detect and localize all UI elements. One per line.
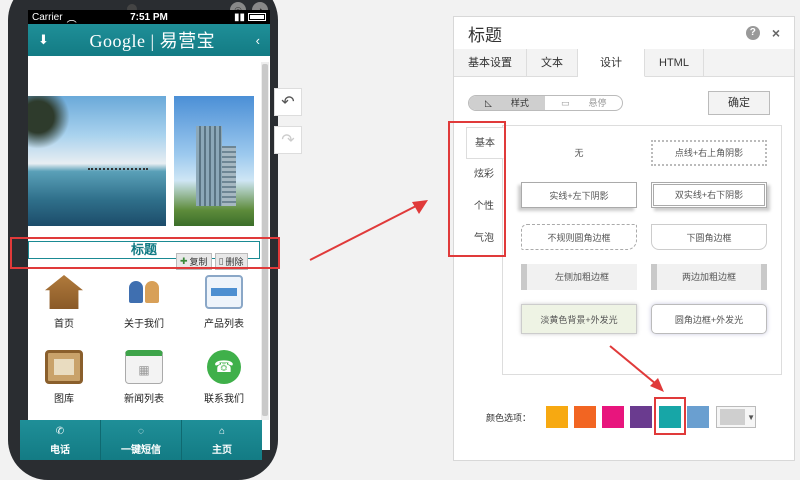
style-hover-toggle: ◺ 样式 ▭ 悬停 — [468, 95, 624, 111]
grid-item-about[interactable]: 关于我们 — [104, 275, 184, 330]
redo-button[interactable]: ↷ — [274, 126, 302, 154]
gallery-icon — [45, 350, 83, 384]
grid-item-contact[interactable]: ☎ 联系我们 — [184, 350, 264, 405]
tab-text[interactable]: 文本 — [527, 49, 578, 76]
home-icon — [45, 275, 83, 309]
home-icon: ⌂ — [218, 426, 226, 437]
grid-item-home[interactable]: 首页 — [24, 275, 104, 330]
swatch-pointer-arrow — [609, 345, 664, 392]
style-option[interactable]: 实线+左下阴影 — [521, 182, 637, 208]
status-bar: Carrier ︵ 7:51 PM ▮▮ — [28, 10, 270, 25]
people-icon — [125, 275, 163, 309]
dialog-title: 标题 — [468, 25, 502, 45]
dialog-header: 标题 ? × — [454, 17, 794, 49]
confirm-button[interactable]: 确定 — [708, 91, 770, 115]
pointer-arrow — [309, 200, 428, 261]
style-option[interactable]: 不规则圆角边框 — [521, 224, 637, 250]
color-swatch-orange[interactable] — [546, 406, 568, 428]
nav-call[interactable]: ✆ 电话 — [20, 420, 101, 460]
color-options-label: 颜色选项： — [486, 413, 532, 423]
tab-basic[interactable]: 基本设置 — [454, 49, 527, 76]
style-option[interactable]: 两边加粗边框 — [651, 264, 767, 290]
style-option[interactable]: 左侧加粗边框 — [521, 264, 637, 290]
grid-item-news[interactable]: ▦ 新闻列表 — [104, 350, 184, 405]
sms-icon: ◌ — [138, 426, 144, 437]
undo-button[interactable]: ↶ — [274, 88, 302, 116]
color-swatch-pink[interactable] — [602, 406, 624, 428]
nav-sms[interactable]: ◌ 一键短信 — [101, 420, 182, 460]
color-swatch-blue[interactable] — [687, 406, 709, 428]
style-option[interactable]: 无 — [521, 140, 637, 166]
color-swatch-red-orange[interactable] — [574, 406, 596, 428]
grid-item-products[interactable]: 产品列表 — [184, 275, 264, 330]
custom-color-picker[interactable]: ▼ — [716, 406, 756, 428]
hover-icon: ▭ — [560, 98, 570, 108]
product-icon — [205, 275, 243, 309]
dropdown-arrow-icon: ▼ — [747, 412, 755, 422]
dialog-tabs: 基本设置 文本 设计 HTML — [454, 49, 794, 77]
nav-grid: 首页 关于我们 产品列表 图库 ▦ 新闻列表 ☎ 联系我们 — [24, 275, 266, 405]
style-icon: ◺ — [485, 98, 492, 108]
highlight-title-module — [10, 237, 280, 269]
style-option[interactable]: 下圆角边框 — [651, 224, 767, 250]
style-option[interactable]: 圆角边框+外发光 — [651, 304, 767, 334]
tab-design[interactable]: 设计 — [578, 49, 645, 77]
grid-item-gallery[interactable]: 图库 — [24, 350, 104, 405]
help-icon[interactable]: ? — [745, 26, 760, 40]
redo-icon: ↷ — [281, 132, 295, 149]
phone-icon: ✆ — [55, 426, 65, 437]
undo-icon: ↶ — [281, 94, 295, 111]
calendar-icon: ▦ — [125, 350, 163, 384]
color-swatch-purple[interactable] — [630, 406, 652, 428]
tab-html[interactable]: HTML — [645, 49, 704, 76]
bottom-nav: ✆ 电话 ◌ 一键短信 ⌂ 主页 — [20, 420, 262, 460]
highlight-teal-swatch — [654, 397, 686, 435]
highlight-style-tabs — [448, 121, 506, 257]
style-option[interactable]: 淡黄色背景+外发光 — [521, 304, 637, 334]
close-icon[interactable]: × — [772, 25, 780, 41]
phone-icon: ☎ — [207, 350, 241, 384]
style-options-panel: 无 点线+右上角阴影 实线+左下阴影 双实线+右下阴影 不规则圆角边框 下圆角边… — [502, 125, 782, 375]
style-option[interactable]: 双实线+右下阴影 — [651, 182, 767, 208]
style-option[interactable]: 点线+右上角阴影 — [651, 140, 767, 166]
toggle-style[interactable]: ◺ 样式 — [469, 96, 545, 110]
nav-home[interactable]: ⌂ 主页 — [182, 420, 262, 460]
toggle-hover[interactable]: ▭ 悬停 — [545, 96, 623, 110]
status-time: 7:51 PM — [130, 11, 168, 23]
